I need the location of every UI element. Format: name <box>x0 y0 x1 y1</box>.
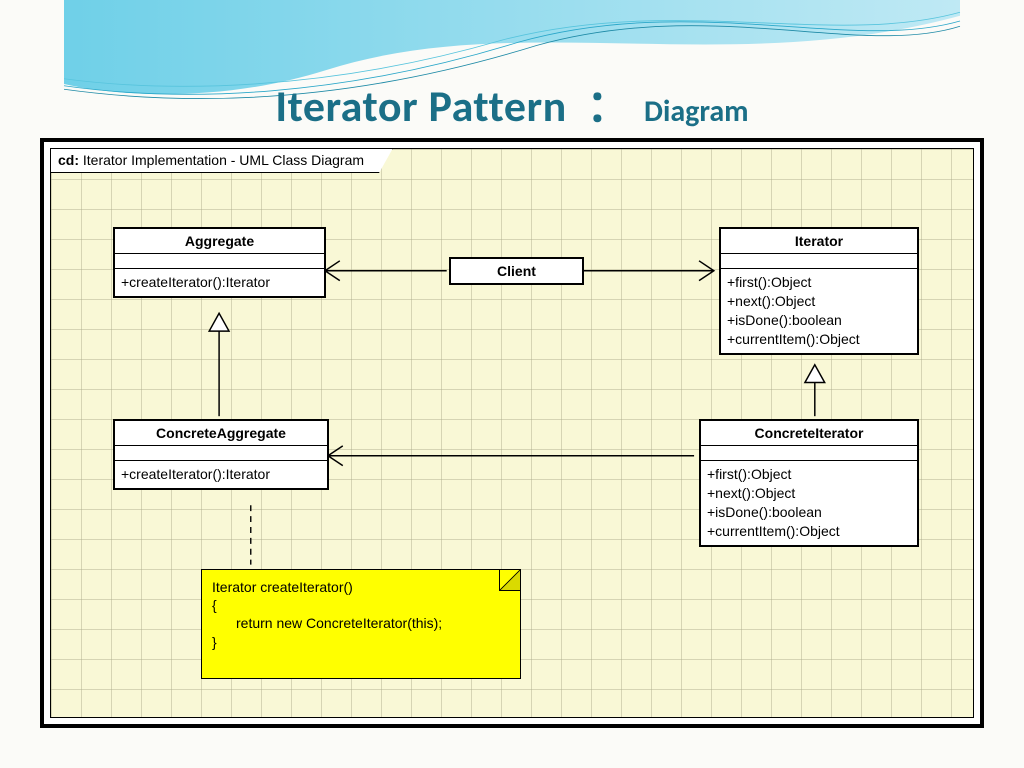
operation: +isDone():boolean <box>707 503 911 522</box>
note-line: { <box>212 596 510 614</box>
note-fold-icon <box>499 570 520 591</box>
operation: +createIterator():Iterator <box>121 465 321 484</box>
class-aggregate: Aggregate +createIterator():Iterator <box>113 227 326 298</box>
note-line: Iterator createIterator() <box>212 578 510 596</box>
class-attributes-empty <box>701 446 917 461</box>
diagram-tab-label: Iterator Implementation - UML Class Diag… <box>83 152 364 168</box>
diagram-canvas: cd: Iterator Implementation - UML Class … <box>50 148 974 718</box>
operation: +createIterator():Iterator <box>121 273 318 292</box>
class-operations: +createIterator():Iterator <box>115 461 327 488</box>
operation: +first():Object <box>727 273 911 292</box>
operation: +next():Object <box>727 292 911 311</box>
class-concrete-iterator: ConcreteIterator +first():Object +next()… <box>699 419 919 547</box>
title-main: Iterator Pattern <box>275 79 566 133</box>
class-attributes-empty <box>115 446 327 461</box>
class-operations: +first():Object +next():Object +isDone()… <box>721 269 917 353</box>
slide: Iterator Pattern ： Diagram cd: Iterator … <box>0 0 1024 768</box>
class-iterator: Iterator +first():Object +next():Object … <box>719 227 919 355</box>
class-name: ConcreteAggregate <box>115 421 327 446</box>
diagram-tab-prefix: cd: <box>58 152 79 168</box>
diagram-title-tab: cd: Iterator Implementation - UML Class … <box>50 148 393 173</box>
title-sub: Diagram <box>644 93 749 130</box>
class-name: Iterator <box>721 229 917 254</box>
uml-note: Iterator createIterator() { return new C… <box>201 569 521 679</box>
operation: +first():Object <box>707 465 911 484</box>
class-name: ConcreteIterator <box>701 421 917 446</box>
class-concrete-aggregate: ConcreteAggregate +createIterator():Iter… <box>113 419 329 490</box>
note-line: } <box>212 633 510 651</box>
class-client: Client <box>449 257 584 285</box>
class-attributes-empty <box>721 254 917 269</box>
class-name: Aggregate <box>115 229 324 254</box>
slide-title: Iterator Pattern ： Diagram <box>0 70 1024 134</box>
class-attributes-empty <box>115 254 324 269</box>
diagram-frame: cd: Iterator Implementation - UML Class … <box>40 138 984 728</box>
operation: +next():Object <box>707 484 911 503</box>
operation: +currentItem():Object <box>707 522 911 541</box>
class-name: Client <box>451 259 582 283</box>
operation: +currentItem():Object <box>727 330 911 349</box>
note-line: return new ConcreteIterator(this); <box>212 614 510 632</box>
class-operations: +createIterator():Iterator <box>115 269 324 296</box>
title-separator: ： <box>586 79 630 133</box>
class-operations: +first():Object +next():Object +isDone()… <box>701 461 917 545</box>
operation: +isDone():boolean <box>727 311 911 330</box>
